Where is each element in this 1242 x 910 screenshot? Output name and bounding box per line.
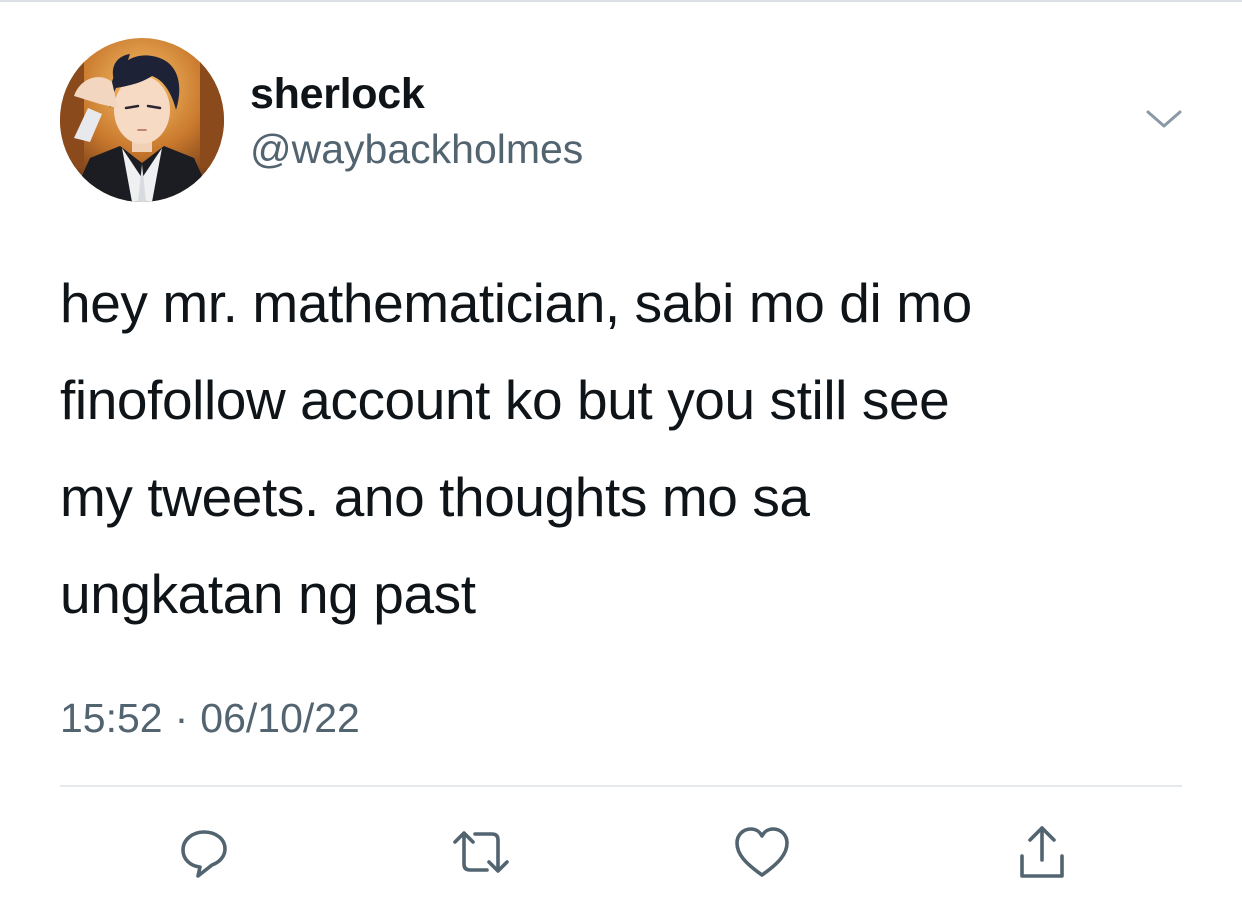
tweet-text-line: ungkatan ng past <box>60 563 476 625</box>
like-button[interactable] <box>730 820 794 884</box>
top-divider <box>0 0 1242 2</box>
retweet-button[interactable] <box>449 820 513 884</box>
separator-dot: · <box>174 695 189 741</box>
reply-icon <box>181 830 227 878</box>
tweet-text-line: my tweets. ano thoughts mo sa <box>60 466 810 528</box>
heart-icon <box>735 827 789 877</box>
avatar[interactable] <box>60 38 224 202</box>
display-name[interactable]: sherlock <box>250 70 425 119</box>
tweet-time: 15:52 <box>60 695 163 741</box>
retweet-icon <box>453 831 509 873</box>
share-icon <box>1020 826 1064 878</box>
user-handle[interactable]: @waybackholmes <box>250 126 583 173</box>
tweet-text-line: finofollow account ko but you still see <box>60 369 950 431</box>
actions-divider <box>60 785 1182 787</box>
reply-button[interactable] <box>172 820 236 884</box>
tweet-text: hey mr. mathematician, sabi mo di mo fin… <box>60 255 1180 643</box>
chevron-down-icon[interactable] <box>1140 100 1188 140</box>
tweet-timestamp[interactable]: 15:52 · 06/10/22 <box>60 695 360 742</box>
tweet-text-line: hey mr. mathematician, sabi mo di mo <box>60 272 972 334</box>
tweet-detail-view: sherlock @waybackholmes hey mr. mathemat… <box>0 0 1242 910</box>
share-button[interactable] <box>1010 820 1074 884</box>
tweet-date: 06/10/22 <box>200 695 360 741</box>
